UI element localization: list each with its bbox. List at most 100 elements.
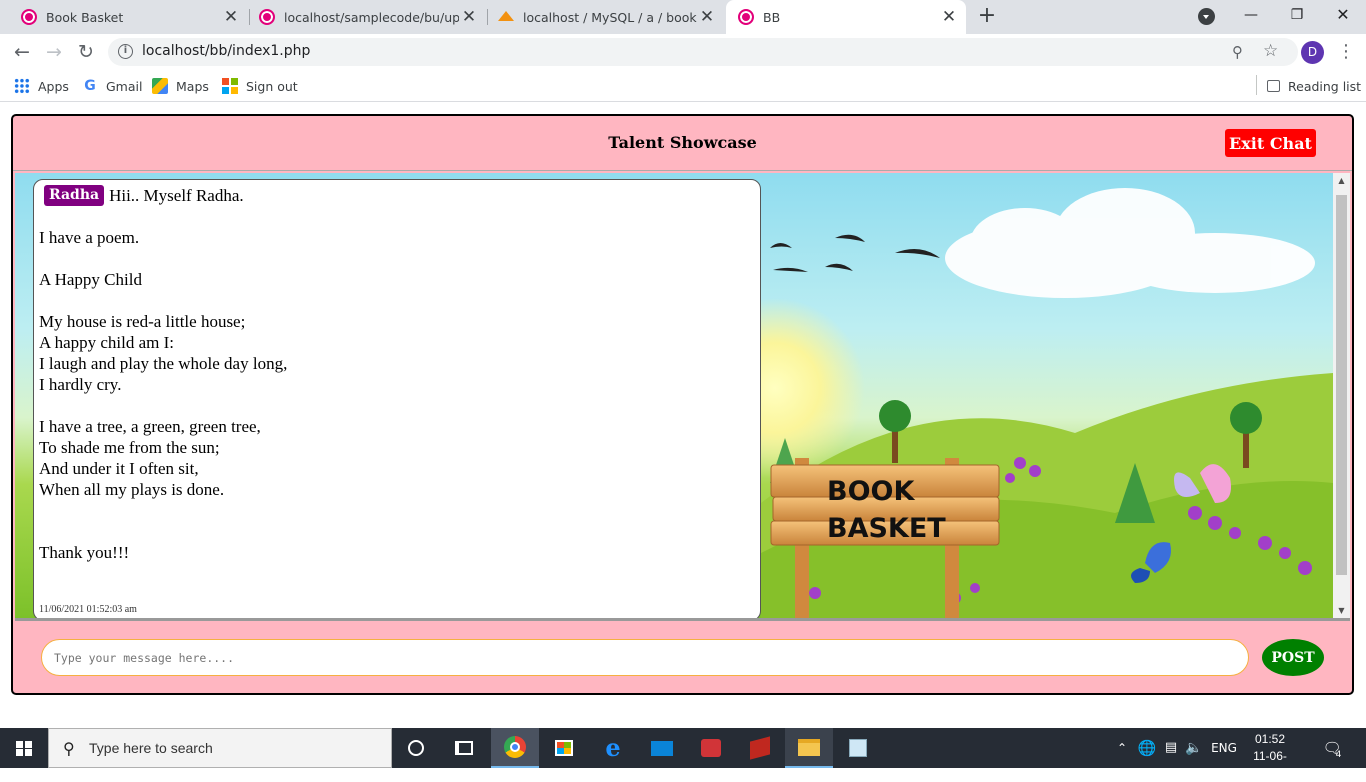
message-greeting: Hii.. Myself Radha. xyxy=(109,185,244,205)
scrollbar-thumb[interactable] xyxy=(1336,195,1347,575)
microsoft-icon xyxy=(222,78,238,94)
taskbar-search[interactable]: ⚲ Type here to search xyxy=(48,728,392,768)
app-taskbar-button[interactable] xyxy=(736,728,784,768)
volume-icon[interactable]: 🔈 xyxy=(1183,728,1205,768)
poem-line: When all my plays is done. xyxy=(39,480,225,499)
window-close-button[interactable]: ✕ xyxy=(1320,0,1366,30)
store-icon xyxy=(555,740,573,756)
edge-icon: e xyxy=(605,733,621,762)
exit-chat-button[interactable]: Exit Chat xyxy=(1225,129,1316,157)
birds-icon xyxy=(770,234,940,272)
tab-title: localhost / MySQL / a / book | php xyxy=(523,9,698,25)
bookmark-gmail[interactable]: G Gmail xyxy=(82,76,142,96)
bookmark-label: Maps xyxy=(176,78,209,94)
close-icon[interactable]: ✕ xyxy=(940,8,958,26)
chat-header: Talent Showcase Exit Chat xyxy=(13,116,1352,171)
notification-center-icon[interactable]: 🗨4 xyxy=(1318,728,1352,768)
tab-title: BB xyxy=(763,9,781,25)
tab-strip: Book Basket ✕ localhost/samplecode/bu/up… xyxy=(0,0,1366,34)
bookmark-apps[interactable]: Apps xyxy=(14,76,69,96)
address-bar[interactable]: i localhost/bb/index1.php ⚲ ☆ xyxy=(108,38,1298,66)
edge-taskbar-button[interactable]: e xyxy=(589,728,637,768)
globe-icon[interactable]: 🌐 xyxy=(1136,728,1158,768)
search-icon: ⚲ xyxy=(63,739,75,758)
task-view-button[interactable] xyxy=(440,728,488,768)
forward-button[interactable]: → xyxy=(42,41,66,63)
back-button[interactable]: ← xyxy=(10,41,34,63)
tab-search-icon[interactable] xyxy=(1198,8,1215,25)
chrome-icon xyxy=(504,736,526,758)
message-composer: POST xyxy=(13,624,1352,693)
tab-upload[interactable]: localhost/samplecode/bu/upload ✕ xyxy=(250,0,486,34)
language-indicator[interactable]: ENG xyxy=(1208,728,1240,768)
post-button[interactable]: POST xyxy=(1262,639,1324,676)
message-input[interactable] xyxy=(41,639,1249,676)
restore-button[interactable]: ❐ xyxy=(1274,0,1320,30)
task-view-icon xyxy=(455,741,473,755)
bookmark-star-icon[interactable]: ☆ xyxy=(1263,41,1278,61)
message-timestamp: 11/06/2021 01:52:03 am xyxy=(39,604,137,615)
bookmark-label: Gmail xyxy=(106,78,143,94)
tab-title: localhost/samplecode/bu/upload xyxy=(284,9,459,25)
bookmark-maps[interactable]: Maps xyxy=(152,76,209,96)
wamp-icon xyxy=(21,9,37,25)
mail-taskbar-button[interactable] xyxy=(638,728,686,768)
chrome-taskbar-button[interactable] xyxy=(491,728,539,768)
message-line: I have a poem. xyxy=(39,228,140,247)
bookmark-label: Reading list xyxy=(1288,78,1362,94)
explorer-taskbar-button[interactable] xyxy=(785,728,833,768)
clock[interactable]: 01:52 11-06-2021 xyxy=(1240,731,1300,782)
start-button[interactable] xyxy=(0,728,48,768)
close-icon[interactable]: ✕ xyxy=(698,8,716,26)
cortana-button[interactable] xyxy=(392,728,440,768)
bookmark-label: Sign out xyxy=(246,78,298,94)
reload-button[interactable]: ↻ xyxy=(74,41,98,63)
show-hidden-icons[interactable]: ⌃ xyxy=(1112,728,1132,768)
browser-menu-icon[interactable]: ⋮ xyxy=(1337,42,1355,62)
network-icon[interactable]: ▤ xyxy=(1160,728,1182,768)
new-tab-button[interactable]: + xyxy=(976,5,998,27)
notification-count: 4 xyxy=(1335,750,1342,760)
bookmarks-bar: Apps G Gmail Maps Sign out Reading list xyxy=(0,70,1366,102)
site-info-icon[interactable]: i xyxy=(118,44,133,59)
minimize-button[interactable]: — xyxy=(1228,0,1274,30)
chat-container: Talent Showcase Exit Chat BOOK BASKET Ra… xyxy=(11,114,1354,695)
tab-phpmyadmin[interactable]: localhost / MySQL / a / book | php ✕ xyxy=(488,0,724,34)
cortana-icon xyxy=(408,740,424,756)
notepad-taskbar-button[interactable] xyxy=(834,728,882,768)
apps-grid-icon xyxy=(14,78,30,94)
url-text[interactable]: localhost/bb/index1.php xyxy=(142,43,310,59)
close-icon[interactable]: ✕ xyxy=(222,8,240,26)
wamp-icon xyxy=(738,9,754,25)
clock-time: 01:52 xyxy=(1254,732,1286,746)
scroll-down-icon[interactable]: ▼ xyxy=(1333,603,1350,618)
poem-line: I have a tree, a green, green tree, xyxy=(39,417,261,436)
poem-line: A happy child am I: xyxy=(39,333,175,352)
tab-book-basket[interactable]: Book Basket ✕ xyxy=(12,0,248,34)
reading-list-icon xyxy=(1267,80,1280,92)
phpmyadmin-icon xyxy=(498,11,514,23)
tab-title: Book Basket xyxy=(46,9,124,25)
sign-text-book: BOOK xyxy=(827,476,915,507)
google-icon: G xyxy=(84,78,96,94)
poem-title: A Happy Child xyxy=(39,270,142,289)
reader-taskbar-button[interactable] xyxy=(687,728,735,768)
chat-messages-area[interactable]: BOOK BASKET Radha Hii.. Myself Radha. I … xyxy=(15,173,1350,621)
page-title: Talent Showcase xyxy=(608,133,757,152)
zoom-icon[interactable]: ⚲ xyxy=(1232,43,1243,61)
search-placeholder: Type here to search xyxy=(89,740,213,756)
profile-avatar[interactable]: D xyxy=(1301,41,1324,64)
sign-text-basket: BASKET xyxy=(827,513,946,544)
reading-list-button[interactable]: Reading list xyxy=(1267,76,1361,96)
poem-line: And under it I often sit, xyxy=(39,459,199,478)
close-icon[interactable]: ✕ xyxy=(460,8,478,26)
stack-icon xyxy=(750,736,770,760)
maps-icon xyxy=(152,78,168,94)
store-taskbar-button[interactable] xyxy=(540,728,588,768)
poem-line: To shade me from the sun; xyxy=(39,438,220,457)
chat-scrollbar[interactable]: ▲ ▼ xyxy=(1333,173,1350,618)
scroll-up-icon[interactable]: ▲ xyxy=(1333,173,1350,189)
bookmark-sign-out[interactable]: Sign out xyxy=(222,76,298,96)
folder-icon xyxy=(798,738,820,756)
tab-bb[interactable]: BB ✕ xyxy=(726,0,966,34)
